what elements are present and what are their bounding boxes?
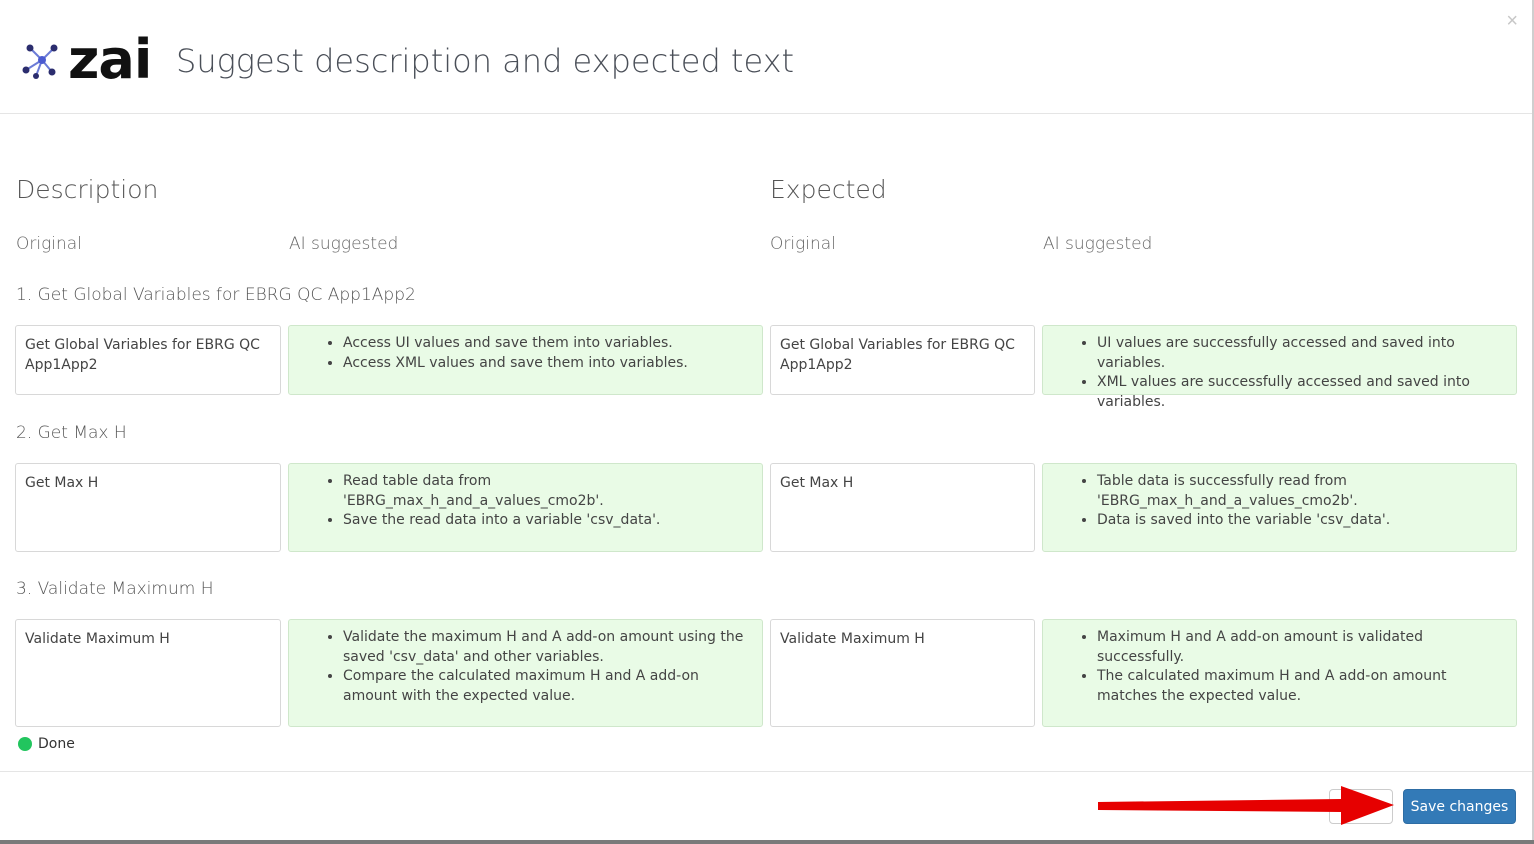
expected-original-field[interactable]: Get Global Variables for EBRG QC App1App…	[770, 325, 1035, 395]
expected-original-label: Original	[770, 234, 836, 254]
description-ai-suggestion[interactable]: Validate the maximum H and A add-on amou…	[288, 619, 763, 727]
window-edge	[0, 840, 1534, 844]
expected-ai-suggestion[interactable]: Table data is successfully read from 'EB…	[1042, 463, 1517, 552]
status-dot-icon	[18, 737, 32, 751]
list-item: Save the read data into a variable 'csv_…	[343, 511, 752, 531]
description-heading: Description	[16, 175, 159, 204]
close-icon[interactable]: ×	[1506, 10, 1518, 33]
list-item: Access UI values and save them into vari…	[343, 334, 752, 354]
list-item: Table data is successfully read from 'EB…	[1097, 472, 1506, 511]
list-item: Read table data from 'EBRG_max_h_and_a_v…	[343, 472, 752, 511]
network-icon	[22, 44, 58, 79]
description-original-field[interactable]: Validate Maximum H	[15, 619, 281, 727]
status-indicator: Done	[18, 736, 75, 752]
modal-title: Suggest description and expected text	[176, 42, 795, 80]
zai-logo: zai	[22, 28, 157, 91]
list-item: Data is saved into the variable 'csv_dat…	[1097, 511, 1506, 531]
status-text: Done	[38, 736, 75, 752]
description-original-field[interactable]: Get Global Variables for EBRG QC App1App…	[15, 325, 281, 395]
expected-ai-suggestion[interactable]: Maximum H and A add-on amount is validat…	[1042, 619, 1517, 727]
step-title: 3. Validate Maximum H	[16, 579, 214, 599]
step-title: 2. Get Max H	[16, 423, 127, 443]
annotation-arrow-icon	[1098, 786, 1394, 825]
description-ai-suggestion[interactable]: Access UI values and save them into vari…	[288, 325, 763, 395]
expected-original-field[interactable]: Get Max H	[770, 463, 1035, 552]
list-item: XML values are successfully accessed and…	[1097, 373, 1506, 412]
list-item: Maximum H and A add-on amount is validat…	[1097, 628, 1506, 667]
list-item: Compare the calculated maximum H and A a…	[343, 667, 752, 706]
description-original-field[interactable]: Get Max H	[15, 463, 281, 552]
description-ai-suggestion[interactable]: Read table data from 'EBRG_max_h_and_a_v…	[288, 463, 763, 552]
expected-heading: Expected	[770, 175, 887, 204]
modal-header: zai Suggest description and expected tex…	[0, 0, 1534, 114]
list-item: UI values are successfully accessed and …	[1097, 334, 1506, 373]
list-item: The calculated maximum H and A add-on am…	[1097, 667, 1506, 706]
step-title: 1. Get Global Variables for EBRG QC App1…	[16, 285, 416, 305]
list-item: Validate the maximum H and A add-on amou…	[343, 628, 752, 667]
logo-text: zai	[68, 28, 152, 91]
list-item: Access XML values and save them into var…	[343, 354, 752, 374]
description-original-label: Original	[16, 234, 82, 254]
expected-ai-suggestion[interactable]: UI values are successfully accessed and …	[1042, 325, 1517, 410]
save-changes-button[interactable]: Save changes	[1403, 789, 1516, 824]
description-ai-label: AI suggested	[289, 234, 399, 254]
expected-ai-label: AI suggested	[1043, 234, 1153, 254]
expected-original-field[interactable]: Validate Maximum H	[770, 619, 1035, 727]
